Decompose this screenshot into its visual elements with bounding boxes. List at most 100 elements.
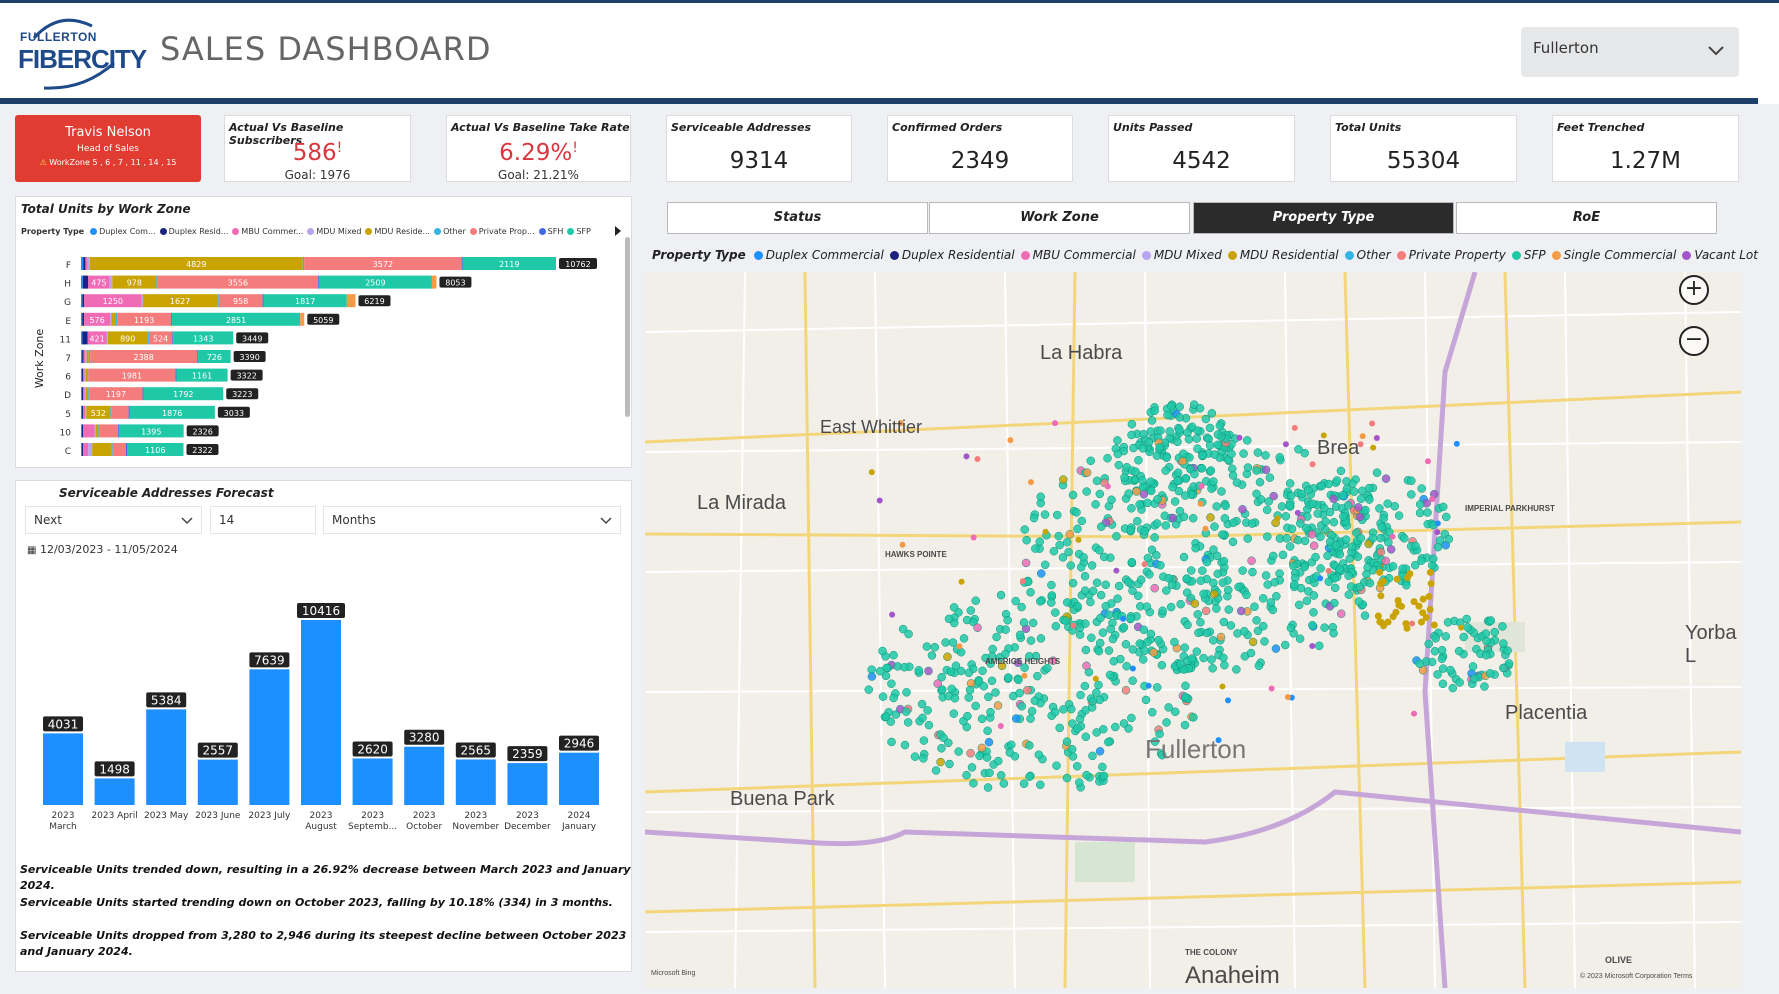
workzone-bar-segment[interactable] (81, 275, 83, 289)
workzone-bar-segment[interactable] (111, 312, 116, 326)
workzone-bar-segment[interactable] (81, 387, 84, 401)
legend-next-icon[interactable] (613, 225, 623, 237)
workzone-bar-segment[interactable] (82, 312, 85, 326)
workzone-bar-segment[interactable] (128, 405, 130, 419)
workzone-bar-segment[interactable] (88, 350, 91, 363)
workzone-bar-segment[interactable] (125, 443, 127, 456)
legend-label[interactable]: SFH (548, 227, 564, 236)
workzone-bar-segment[interactable] (87, 257, 90, 270)
forecast-bar[interactable] (43, 733, 83, 805)
legend-label[interactable]: SFP (1524, 248, 1546, 262)
forecast-bar[interactable] (507, 763, 548, 805)
workzone-bar-segment[interactable] (84, 387, 86, 401)
workzone-bar-segment[interactable] (82, 368, 85, 382)
workzone-bar-segment[interactable] (83, 443, 89, 456)
workzone-bar-segment[interactable] (112, 443, 126, 456)
workzone-bar-segment[interactable] (95, 424, 99, 438)
workzone-bar-segment[interactable] (109, 275, 113, 289)
workzone-bar-segment[interactable] (87, 368, 89, 382)
workzone-bar-segment[interactable] (82, 294, 85, 308)
workzone-bar-segment[interactable] (81, 405, 84, 419)
workzone-bar-segment[interactable] (84, 368, 86, 382)
workzone-scrollbar[interactable] (625, 237, 630, 417)
workzone-bar-segment[interactable] (81, 368, 82, 382)
workzone-bar-segment[interactable] (83, 424, 95, 438)
forecast-bar[interactable] (197, 759, 238, 805)
workzone-bar-segment[interactable] (99, 424, 118, 438)
workzone-bar-segment[interactable] (302, 257, 305, 270)
workzone-bar-segment[interactable] (117, 424, 119, 438)
workzone-bar-segment[interactable] (81, 443, 83, 456)
workzone-bar-segment[interactable] (85, 257, 88, 270)
workzone-bar-segment[interactable] (83, 350, 86, 363)
legend-label[interactable]: Duplex Residential (902, 248, 1015, 262)
workzone-bar-segment[interactable] (82, 331, 88, 345)
workzone-bar-segment[interactable] (147, 331, 149, 345)
workzone-bar-segment[interactable] (170, 312, 172, 326)
legend-label[interactable]: SFP (576, 227, 591, 236)
legend-label[interactable]: Duplex Com... (99, 227, 156, 236)
workzone-bar-segment[interactable] (300, 312, 305, 326)
tab-property-type[interactable]: Property Type (1193, 202, 1454, 234)
workzone-bar-segment[interactable] (85, 368, 88, 382)
workzone-bar-segment[interactable] (142, 387, 144, 401)
tab-status[interactable]: Status (667, 202, 928, 234)
workzone-bar-segment[interactable] (85, 387, 89, 401)
workzone-bar-segment[interactable] (88, 387, 90, 401)
forecast-bar[interactable] (559, 752, 599, 805)
workzone-bar-segment[interactable] (98, 424, 100, 438)
forecast-bar[interactable] (94, 778, 135, 805)
workzone-bar-segment[interactable] (81, 312, 83, 326)
workzone-bar-segment[interactable] (81, 387, 82, 401)
legend-label[interactable]: MDU Mixed (316, 227, 361, 236)
workzone-bar-segment[interactable] (110, 405, 112, 419)
workzone-bar-segment[interactable] (111, 443, 113, 456)
legend-label[interactable]: Other (1357, 248, 1391, 262)
workzone-bar-segment[interactable] (83, 387, 85, 401)
forecast-bar[interactable] (404, 746, 445, 805)
zoom-in-button[interactable]: + (1679, 275, 1709, 305)
legend-label[interactable]: Vacant Lot (1694, 248, 1758, 262)
workzone-bar-segment[interactable] (461, 257, 463, 270)
city-dropdown[interactable]: Fullerton (1521, 27, 1739, 77)
workzone-bar-segment[interactable] (111, 405, 129, 419)
map-view[interactable]: + − La Habra East Whittier Brea La Mirad… (645, 272, 1741, 988)
forecast-bar[interactable] (352, 758, 393, 805)
map-attribution-copyright[interactable]: © 2023 Microsoft Corporation Terms (1580, 973, 1692, 980)
workzone-bar-segment[interactable] (92, 443, 112, 456)
workzone-bar-segment[interactable] (115, 312, 118, 326)
forecast-count-input[interactable]: 14 (210, 506, 316, 534)
forecast-unit-dropdown[interactable]: Months (323, 506, 621, 534)
workzone-bar-segment[interactable] (81, 257, 84, 270)
legend-label[interactable]: MDU Reside... (374, 227, 430, 236)
workzone-bar-segment[interactable] (85, 350, 87, 363)
forecast-direction-dropdown[interactable]: Next (25, 506, 202, 534)
workzone-bar-segment[interactable] (94, 424, 96, 438)
tab-work-zone[interactable]: Work Zone (929, 202, 1190, 234)
legend-label[interactable]: MBU Commer... (241, 227, 303, 236)
workzone-bar-segment[interactable] (82, 275, 89, 289)
tab-roe[interactable]: RoE (1456, 202, 1717, 234)
workzone-bar-segment[interactable] (81, 331, 83, 345)
workzone-bar-segment[interactable] (81, 350, 83, 363)
workzone-bar-segment[interactable] (217, 294, 219, 308)
workzone-bar-segment[interactable] (141, 294, 143, 308)
forecast-bar[interactable] (249, 669, 290, 805)
legend-label[interactable]: Private Property (1409, 248, 1506, 262)
workzone-bar-segment[interactable] (81, 424, 82, 438)
workzone-bar-segment[interactable] (86, 350, 89, 363)
workzone-bar-segment[interactable] (81, 405, 82, 419)
workzone-bar-segment[interactable] (85, 405, 87, 419)
workzone-bar-segment[interactable] (197, 350, 199, 363)
workzone-bar-segment[interactable] (81, 424, 84, 438)
forecast-bar[interactable] (146, 709, 187, 805)
workzone-bar-segment[interactable] (172, 331, 174, 345)
legend-label[interactable]: Duplex Resid... (169, 227, 229, 236)
workzone-bar-segment[interactable] (346, 294, 356, 308)
workzone-bar-segment[interactable] (175, 368, 177, 382)
workzone-bar-segment[interactable] (82, 350, 84, 363)
workzone-bar-segment[interactable] (262, 294, 264, 308)
workzone-bar-segment[interactable] (317, 275, 319, 289)
legend-label[interactable]: Duplex Commercial (766, 248, 884, 262)
workzone-bar-segment[interactable] (83, 405, 86, 419)
